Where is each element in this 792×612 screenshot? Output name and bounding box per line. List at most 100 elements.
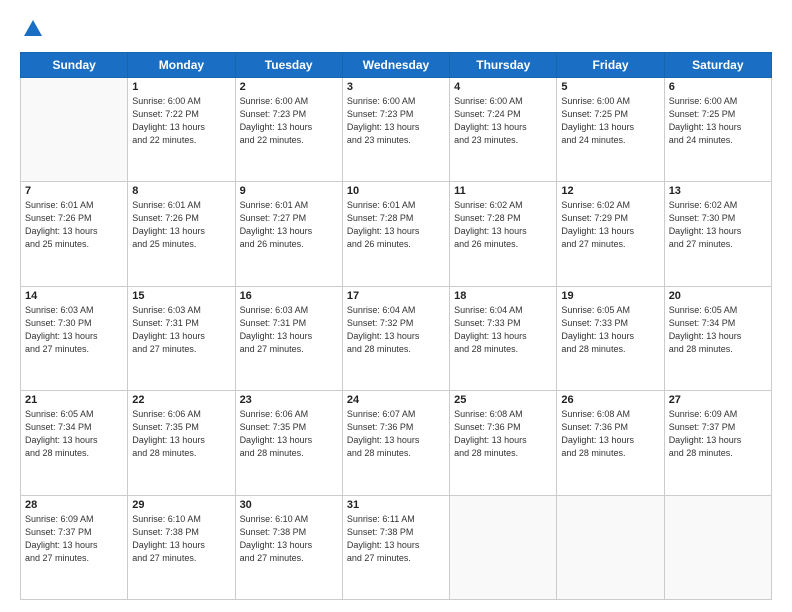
day-number: 13 (669, 185, 767, 197)
day-number: 25 (454, 394, 552, 406)
day-cell: 16Sunrise: 6:03 AMSunset: 7:31 PMDayligh… (235, 286, 342, 390)
day-cell (557, 495, 664, 599)
day-info: Sunrise: 6:02 AMSunset: 7:28 PMDaylight:… (454, 199, 552, 251)
header-row: SundayMondayTuesdayWednesdayThursdayFrid… (21, 52, 772, 77)
day-number: 6 (669, 81, 767, 93)
day-cell: 24 Sunrise: 6:07 AMSunset: 7:36 PMDayligh… (342, 391, 449, 495)
logo-icon (22, 18, 44, 40)
day-number: 10 (347, 185, 445, 197)
day-number: 8 (132, 185, 230, 197)
header-cell-thursday: Thursday (450, 52, 557, 77)
week-row-3: 14 Sunrise: 6:03 AMSunset: 7:30 PMDayligh… (21, 286, 772, 390)
day-number: 17 (347, 290, 445, 302)
day-cell: 23Sunrise: 6:06 AMSunset: 7:35 PMDayligh… (235, 391, 342, 495)
day-info: Sunrise: 6:03 AMSunset: 7:30 PMDaylight:… (25, 304, 123, 356)
calendar-table: SundayMondayTuesdayWednesdayThursdayFrid… (20, 52, 772, 600)
day-info: Sunrise: 6:05 AMSunset: 7:34 PMDaylight:… (25, 408, 123, 460)
day-info: Sunrise: 6:10 AMSunset: 7:38 PMDaylight:… (240, 513, 338, 565)
day-info: Sunrise: 6:03 AMSunset: 7:31 PMDaylight:… (240, 304, 338, 356)
day-info: Sunrise: 6:00 AMSunset: 7:25 PMDaylight:… (669, 95, 767, 147)
week-row-5: 28 Sunrise: 6:09 AMSunset: 7:37 PMDayligh… (21, 495, 772, 599)
day-number: 1 (132, 81, 230, 93)
header-cell-friday: Friday (557, 52, 664, 77)
day-number: 2 (240, 81, 338, 93)
day-info: Sunrise: 6:01 AMSunset: 7:27 PMDaylight:… (240, 199, 338, 251)
day-info: Sunrise: 6:00 AMSunset: 7:23 PMDaylight:… (240, 95, 338, 147)
day-cell: 11 Sunrise: 6:02 AMSunset: 7:28 PMDayligh… (450, 182, 557, 286)
day-info: Sunrise: 6:08 AMSunset: 7:36 PMDaylight:… (454, 408, 552, 460)
day-cell (21, 77, 128, 181)
header (20, 18, 772, 44)
logo (20, 18, 44, 44)
day-cell: 18 Sunrise: 6:04 AMSunset: 7:33 PMDayligh… (450, 286, 557, 390)
day-number: 26 (561, 394, 659, 406)
day-info: Sunrise: 6:09 AMSunset: 7:37 PMDaylight:… (669, 408, 767, 460)
day-info: Sunrise: 6:08 AMSunset: 7:36 PMDaylight:… (561, 408, 659, 460)
day-cell: 8 Sunrise: 6:01 AMSunset: 7:26 PMDaylight… (128, 182, 235, 286)
day-number: 18 (454, 290, 552, 302)
day-cell: 1 Sunrise: 6:00 AMSunset: 7:22 PMDaylight… (128, 77, 235, 181)
day-number: 19 (561, 290, 659, 302)
week-row-2: 7 Sunrise: 6:01 AMSunset: 7:26 PMDaylight… (21, 182, 772, 286)
day-cell: 10 Sunrise: 6:01 AMSunset: 7:28 PMDayligh… (342, 182, 449, 286)
day-number: 15 (132, 290, 230, 302)
day-cell: 27 Sunrise: 6:09 AMSunset: 7:37 PMDayligh… (664, 391, 771, 495)
day-cell: 21 Sunrise: 6:05 AMSunset: 7:34 PMDayligh… (21, 391, 128, 495)
day-number: 9 (240, 185, 338, 197)
day-info: Sunrise: 6:10 AMSunset: 7:38 PMDaylight:… (132, 513, 230, 565)
week-row-4: 21 Sunrise: 6:05 AMSunset: 7:34 PMDayligh… (21, 391, 772, 495)
day-cell: 22 Sunrise: 6:06 AMSunset: 7:35 PMDayligh… (128, 391, 235, 495)
day-info: Sunrise: 6:00 AMSunset: 7:22 PMDaylight:… (132, 95, 230, 147)
day-info: Sunrise: 6:06 AMSunset: 7:35 PMDaylight:… (132, 408, 230, 460)
day-number: 31 (347, 499, 445, 511)
day-info: Sunrise: 6:04 AMSunset: 7:32 PMDaylight:… (347, 304, 445, 356)
header-cell-wednesday: Wednesday (342, 52, 449, 77)
day-info: Sunrise: 6:01 AMSunset: 7:28 PMDaylight:… (347, 199, 445, 251)
day-number: 14 (25, 290, 123, 302)
calendar-header: SundayMondayTuesdayWednesdayThursdayFrid… (21, 52, 772, 77)
day-cell (450, 495, 557, 599)
day-number: 7 (25, 185, 123, 197)
day-number: 11 (454, 185, 552, 197)
day-number: 4 (454, 81, 552, 93)
day-cell: 12Sunrise: 6:02 AMSunset: 7:29 PMDayligh… (557, 182, 664, 286)
day-cell: 3Sunrise: 6:00 AMSunset: 7:23 PMDaylight… (342, 77, 449, 181)
day-cell: 14 Sunrise: 6:03 AMSunset: 7:30 PMDayligh… (21, 286, 128, 390)
day-cell: 7 Sunrise: 6:01 AMSunset: 7:26 PMDaylight… (21, 182, 128, 286)
day-number: 27 (669, 394, 767, 406)
day-info: Sunrise: 6:03 AMSunset: 7:31 PMDaylight:… (132, 304, 230, 356)
day-number: 24 (347, 394, 445, 406)
day-info: Sunrise: 6:11 AMSunset: 7:38 PMDaylight:… (347, 513, 445, 565)
day-number: 30 (240, 499, 338, 511)
day-info: Sunrise: 6:02 AMSunset: 7:30 PMDaylight:… (669, 199, 767, 251)
day-info: Sunrise: 6:04 AMSunset: 7:33 PMDaylight:… (454, 304, 552, 356)
day-number: 20 (669, 290, 767, 302)
logo-text (20, 18, 44, 44)
day-cell: 28 Sunrise: 6:09 AMSunset: 7:37 PMDayligh… (21, 495, 128, 599)
day-cell: 15 Sunrise: 6:03 AMSunset: 7:31 PMDayligh… (128, 286, 235, 390)
day-number: 12 (561, 185, 659, 197)
header-cell-sunday: Sunday (21, 52, 128, 77)
day-number: 5 (561, 81, 659, 93)
day-cell: 9 Sunrise: 6:01 AMSunset: 7:27 PMDaylight… (235, 182, 342, 286)
day-info: Sunrise: 6:01 AMSunset: 7:26 PMDaylight:… (132, 199, 230, 251)
header-cell-monday: Monday (128, 52, 235, 77)
day-cell: 4 Sunrise: 6:00 AMSunset: 7:24 PMDaylight… (450, 77, 557, 181)
day-info: Sunrise: 6:00 AMSunset: 7:24 PMDaylight:… (454, 95, 552, 147)
day-info: Sunrise: 6:01 AMSunset: 7:26 PMDaylight:… (25, 199, 123, 251)
day-cell: 31 Sunrise: 6:11 AMSunset: 7:38 PMDayligh… (342, 495, 449, 599)
header-cell-tuesday: Tuesday (235, 52, 342, 77)
day-info: Sunrise: 6:05 AMSunset: 7:33 PMDaylight:… (561, 304, 659, 356)
day-number: 29 (132, 499, 230, 511)
day-number: 21 (25, 394, 123, 406)
day-info: Sunrise: 6:09 AMSunset: 7:37 PMDaylight:… (25, 513, 123, 565)
day-info: Sunrise: 6:07 AMSunset: 7:36 PMDaylight:… (347, 408, 445, 460)
page: SundayMondayTuesdayWednesdayThursdayFrid… (0, 0, 792, 612)
day-cell: 17 Sunrise: 6:04 AMSunset: 7:32 PMDayligh… (342, 286, 449, 390)
day-cell: 19 Sunrise: 6:05 AMSunset: 7:33 PMDayligh… (557, 286, 664, 390)
day-info: Sunrise: 6:05 AMSunset: 7:34 PMDaylight:… (669, 304, 767, 356)
day-number: 28 (25, 499, 123, 511)
day-cell: 5Sunrise: 6:00 AMSunset: 7:25 PMDaylight… (557, 77, 664, 181)
week-row-1: 1 Sunrise: 6:00 AMSunset: 7:22 PMDaylight… (21, 77, 772, 181)
day-number: 22 (132, 394, 230, 406)
